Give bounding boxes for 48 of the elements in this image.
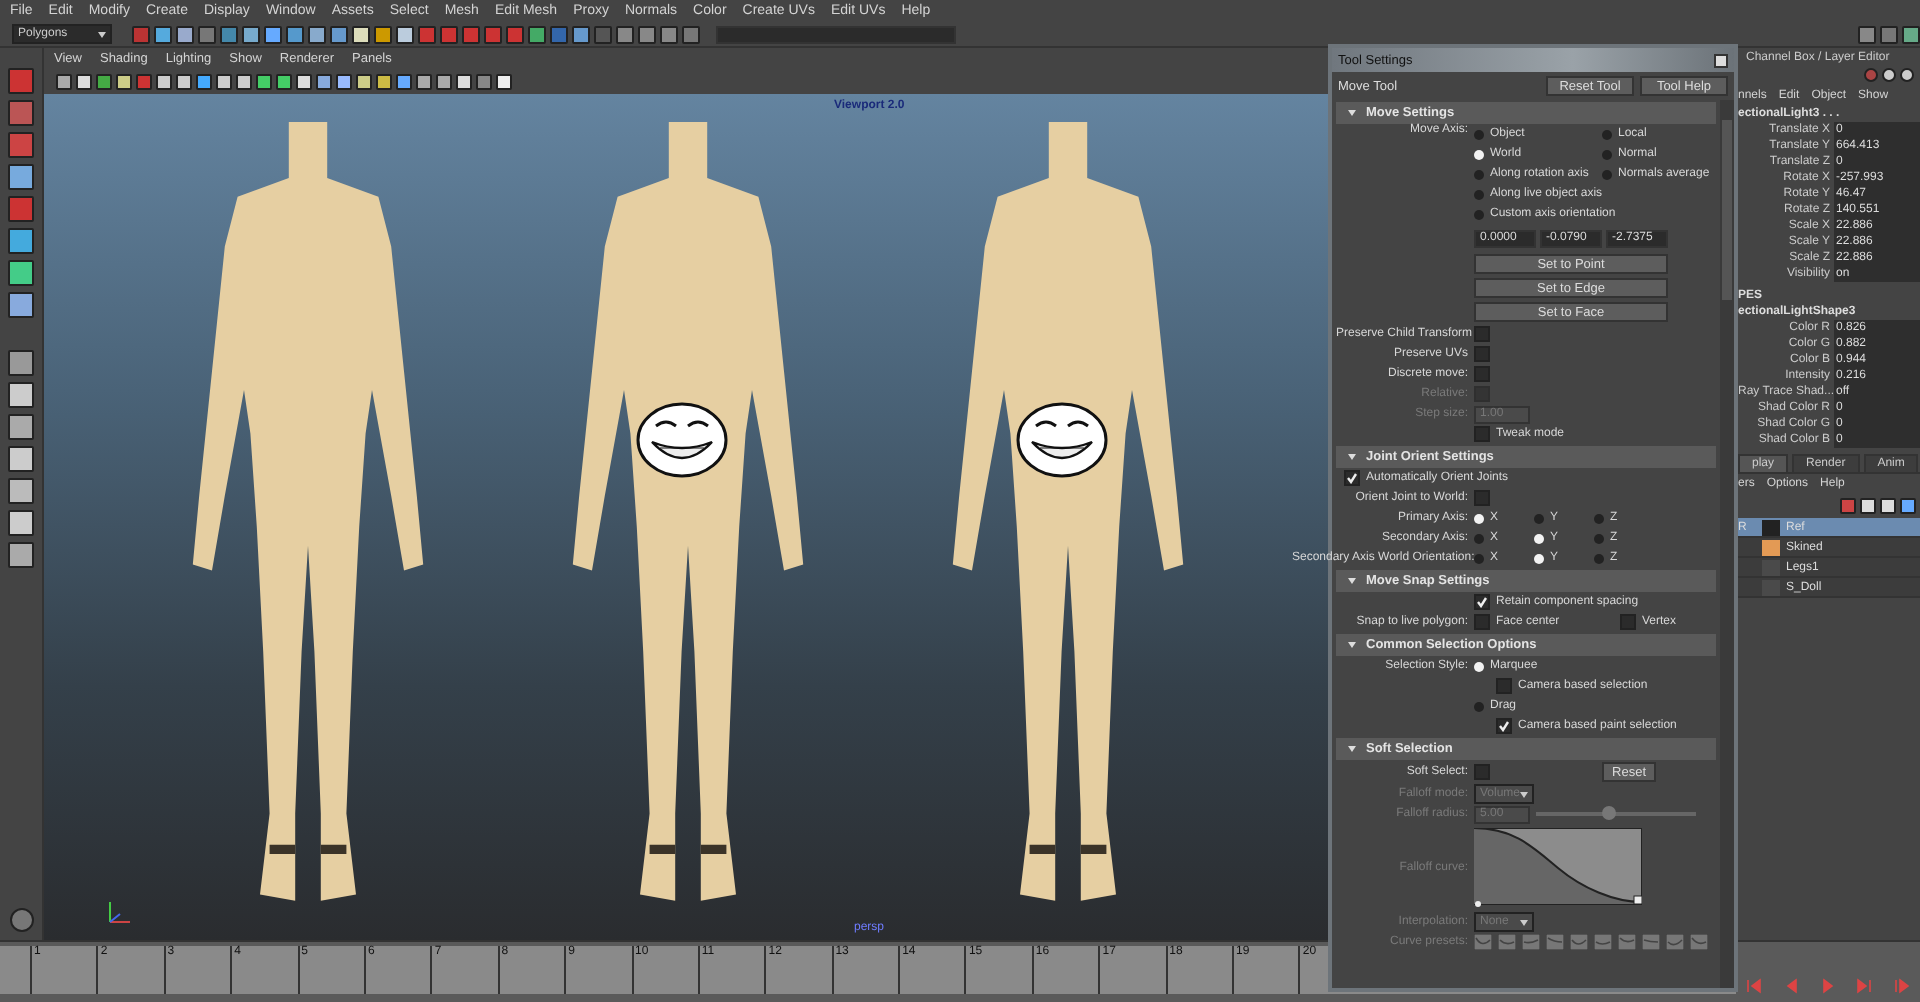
checkbox[interactable]: [1474, 346, 1490, 362]
checkbox[interactable]: [1474, 326, 1490, 342]
radio-button[interactable]: [1534, 513, 1544, 523]
tool-icon[interactable]: [8, 542, 34, 568]
radio-button[interactable]: [1534, 533, 1544, 543]
radio-button[interactable]: [1474, 553, 1484, 563]
tool-icon[interactable]: [8, 510, 34, 536]
axis-gizmo-icon: [104, 896, 136, 928]
tool-icon[interactable]: [8, 382, 34, 408]
radio-button[interactable]: [1474, 701, 1484, 711]
checkbox[interactable]: [1474, 594, 1490, 610]
radio-button[interactable]: [1474, 189, 1484, 199]
radio-button[interactable]: [1474, 661, 1484, 671]
falloff-curve-graph[interactable]: [1474, 828, 1642, 908]
checkbox[interactable]: [1474, 490, 1490, 506]
radio-button[interactable]: [1594, 533, 1604, 543]
checkbox[interactable]: [1344, 470, 1360, 486]
radio-button[interactable]: [1474, 129, 1484, 139]
radio-button[interactable]: [1602, 129, 1612, 139]
checkbox[interactable]: [1474, 426, 1490, 442]
checkbox[interactable]: [1474, 764, 1490, 780]
radio-button[interactable]: [1602, 149, 1612, 159]
tool-icon[interactable]: [8, 350, 34, 376]
cartoon-face-icon: [636, 402, 728, 478]
radio-button[interactable]: [1474, 209, 1484, 219]
radio-button[interactable]: [1602, 169, 1612, 179]
radio-button[interactable]: [1594, 553, 1604, 563]
tool-icon[interactable]: [8, 414, 34, 440]
checkbox[interactable]: [1474, 614, 1490, 630]
radio-button[interactable]: [1474, 149, 1484, 159]
tool-icon[interactable]: [8, 228, 34, 254]
checkbox[interactable]: [1620, 614, 1636, 630]
tool-icon[interactable]: [8, 478, 34, 504]
checkbox[interactable]: [1496, 718, 1512, 734]
radio-button[interactable]: [1534, 553, 1544, 563]
checkbox[interactable]: [1474, 366, 1490, 382]
close-icon[interactable]: [1714, 53, 1728, 67]
checkbox[interactable]: [1496, 678, 1512, 694]
tool-icon[interactable]: [8, 164, 34, 190]
command-field[interactable]: [716, 25, 956, 43]
radio-button[interactable]: [1474, 533, 1484, 543]
radio-button[interactable]: [1474, 513, 1484, 523]
tool-icon[interactable]: [8, 260, 34, 286]
tool-icon[interactable]: [8, 446, 34, 472]
tool-icon[interactable]: [8, 292, 34, 318]
radio-button[interactable]: [1594, 513, 1604, 523]
radio-button[interactable]: [1474, 169, 1484, 179]
cartoon-face-icon: [1016, 402, 1108, 478]
